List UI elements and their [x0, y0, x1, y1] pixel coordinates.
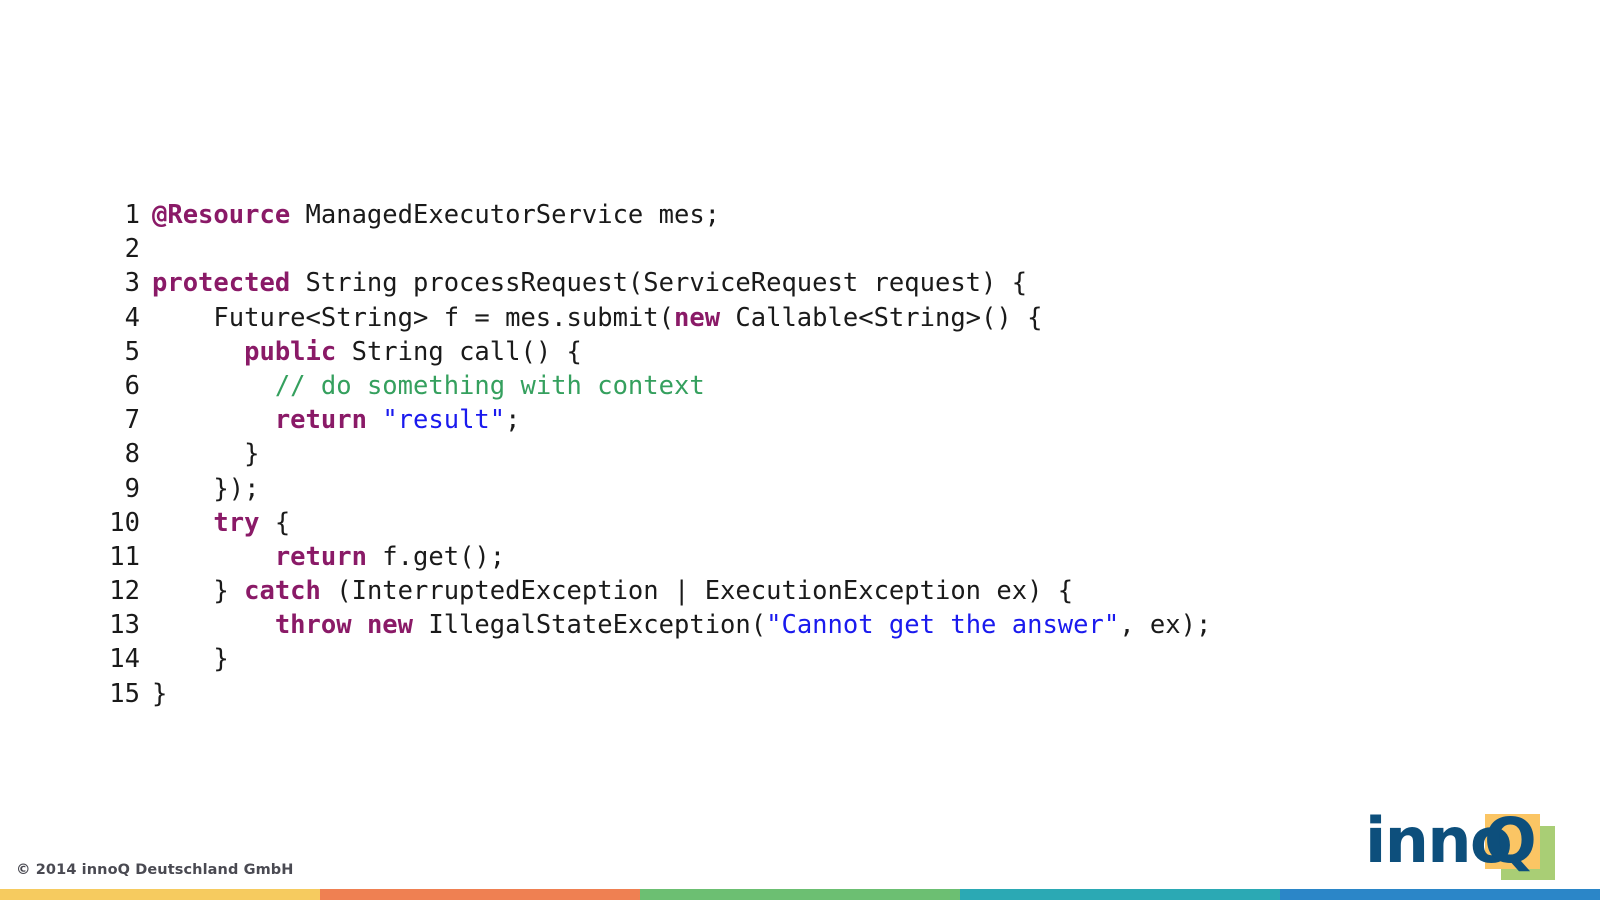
- code-token-comment: // do something with context: [274, 370, 705, 401]
- code-line: 6 // do something with context: [96, 369, 1211, 403]
- code-token-plain: (InterruptedException | ExecutionExcepti…: [320, 576, 1074, 607]
- code-line: 10 try {: [96, 506, 1211, 540]
- code-listing: 1 @Resource ManagedExecutorService mes; 2 3…: [96, 198, 1211, 711]
- line-number: 3: [124, 268, 140, 299]
- line-number: 7: [124, 405, 140, 436]
- code-token-kw: return: [274, 541, 367, 572]
- color-bar-segment-teal: [960, 889, 1280, 900]
- code-line-text: public String call() {: [152, 335, 582, 369]
- code-token-plain: }: [152, 576, 245, 607]
- code-token-kw: new: [673, 302, 721, 333]
- line-number: 14: [109, 644, 140, 675]
- code-line-text: @Resource ManagedExecutorService mes;: [152, 198, 720, 232]
- line-number: 15: [109, 678, 140, 709]
- code-token-plain: f.get();: [366, 541, 506, 572]
- logo-word-q: Q: [1484, 804, 1537, 877]
- code-line-text: try {: [152, 506, 290, 540]
- code-line-text: return f.get();: [152, 540, 505, 574]
- logo-wordmark: inno Q: [1363, 804, 1578, 882]
- code-token-plain: Callable<String>() {: [720, 302, 1043, 333]
- code-line-text: throw new IllegalStateException("Cannot …: [152, 608, 1212, 642]
- code-line: 2: [96, 232, 1211, 266]
- code-token-plain: });: [152, 473, 260, 504]
- code-line: 11 return f.get();: [96, 540, 1211, 574]
- footer-color-bar: [0, 889, 1600, 900]
- line-number: 6: [124, 370, 140, 401]
- code-line-text: Future<String> f = mes.submit(new Callab…: [152, 301, 1042, 335]
- line-number: 5: [124, 336, 140, 367]
- code-line: 8 }: [96, 437, 1211, 471]
- slide-canvas: 1 @Resource ManagedExecutorService mes; 2 3…: [0, 0, 1600, 900]
- line-number: 1: [124, 200, 140, 230]
- line-number: 11: [109, 541, 140, 572]
- code-token-plain: String call() {: [336, 336, 582, 367]
- code-token-plain: ;: [505, 405, 521, 436]
- color-bar-segment-orange: [320, 889, 640, 900]
- line-number: 2: [124, 234, 140, 265]
- line-number: 9: [124, 473, 140, 504]
- code-line: 15}: [96, 677, 1211, 711]
- code-line: 3 protected String processRequest(Service…: [96, 266, 1211, 300]
- code-line-text: }: [152, 437, 259, 471]
- code-line: 4 Future<String> f = mes.submit(new Call…: [96, 301, 1211, 335]
- code-line: 12 } catch (InterruptedException | Execu…: [96, 574, 1211, 608]
- code-line: 1 @Resource ManagedExecutorService mes;: [96, 198, 1211, 232]
- code-line-text: // do something with context: [152, 369, 705, 403]
- line-number: 13: [109, 610, 140, 641]
- code-token-plain: , ex);: [1119, 610, 1212, 641]
- code-token-kw: @Resource: [152, 200, 291, 230]
- code-token-kw: try: [213, 507, 260, 538]
- code-line-text: });: [152, 472, 259, 506]
- code-line: 5 public String call() {: [96, 335, 1211, 369]
- code-line-text: return "result";: [152, 403, 521, 437]
- code-line: 7 return "result";: [96, 403, 1211, 437]
- footer-copyright: © 2014 innoQ Deutschland GmbH: [16, 862, 294, 878]
- logo-graphic: inno Q: [1363, 804, 1578, 882]
- code-line: 14 }: [96, 642, 1211, 676]
- code-token-kw: protected: [152, 268, 291, 299]
- code-token-string: "result": [382, 405, 506, 436]
- code-token-plain: }: [152, 644, 229, 675]
- line-number: 4: [124, 302, 140, 333]
- code-token-string: "Cannot get the answer": [766, 610, 1120, 641]
- code-token-plain: IllegalStateException(: [413, 610, 767, 641]
- code-line-text: }: [152, 642, 229, 676]
- code-token-plain: Future<String> f = mes.submit(: [152, 302, 674, 333]
- code-line: 9 });: [96, 472, 1211, 506]
- code-line: 13 throw new IllegalStateException("Cann…: [96, 608, 1211, 642]
- code-line-text: } catch (InterruptedException | Executio…: [152, 574, 1073, 608]
- code-token-plain: {: [259, 507, 291, 538]
- code-token-kw: return: [274, 405, 367, 436]
- code-token-plain: }: [152, 678, 168, 709]
- code-token-plain: ManagedExecutorService mes;: [290, 200, 721, 230]
- code-token-plain: String processRequest(ServiceRequest req…: [290, 268, 1028, 299]
- code-line-text: }: [152, 677, 167, 711]
- code-token-kw: public: [244, 336, 337, 367]
- color-bar-segment-green: [640, 889, 960, 900]
- code-token-plain: }: [152, 439, 260, 470]
- innoq-logo: inno Q: [1363, 804, 1578, 882]
- code-token-kw: throw new: [274, 610, 413, 641]
- code-line-text: protected String processRequest(ServiceR…: [152, 266, 1027, 300]
- line-number: 12: [109, 576, 140, 607]
- line-number: 10: [109, 507, 140, 538]
- code-token-kw: catch: [244, 576, 321, 607]
- color-bar-segment-blue: [1280, 889, 1600, 900]
- color-bar-segment-yellow: [0, 889, 320, 900]
- line-number: 8: [124, 439, 140, 470]
